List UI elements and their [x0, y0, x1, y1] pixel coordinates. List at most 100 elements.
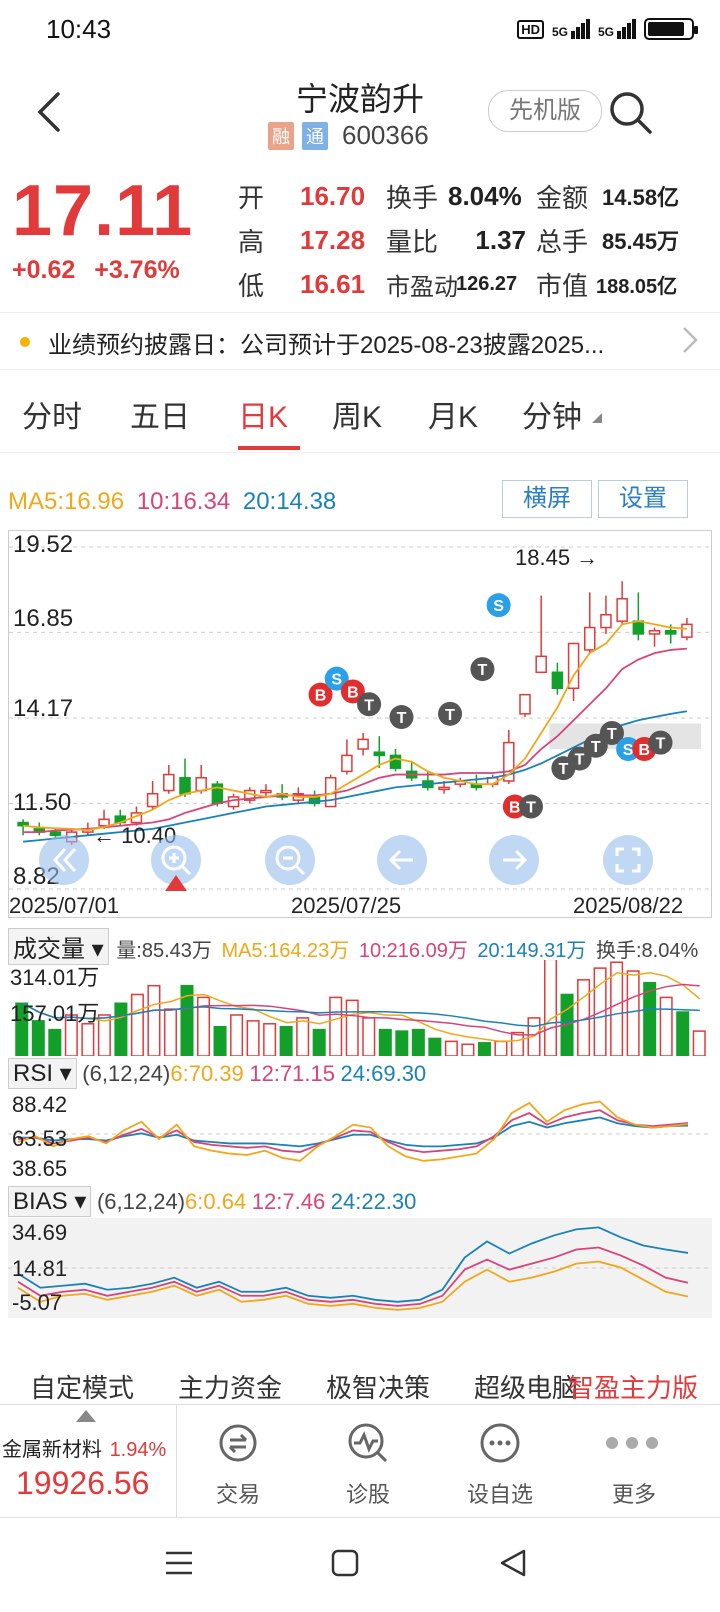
- volume-ma5: MA5:164.23万: [221, 940, 350, 962]
- nav-trade[interactable]: 交易: [178, 1405, 298, 1517]
- y-tick-label: 14.17: [13, 695, 74, 722]
- rsi-selector[interactable]: RSI ▾: [8, 1058, 77, 1089]
- bias24-value: 24:22.30: [330, 1189, 417, 1214]
- volume-bar: [676, 1011, 690, 1056]
- signal-letter: S: [493, 598, 504, 615]
- mode-zhiying[interactable]: 智盈主力版: [568, 1368, 698, 1405]
- nav-trade-label: 交易: [215, 1482, 260, 1507]
- stat-label: 低: [238, 270, 265, 301]
- volume-bar: [544, 960, 558, 1056]
- tab-minute[interactable]: 分钟: [522, 392, 582, 436]
- stat-value: 126.27: [456, 272, 518, 295]
- candle-body: [438, 786, 450, 791]
- back-nav-icon[interactable]: [498, 1548, 528, 1583]
- nav-more[interactable]: 更多: [574, 1405, 694, 1517]
- nav-add-watchlist[interactable]: 设自选: [440, 1405, 560, 1517]
- mode-custom[interactable]: 自定模式: [30, 1368, 134, 1405]
- current-price: 17.11: [12, 171, 194, 251]
- battery-icon: [644, 18, 698, 40]
- volume-bar: [461, 1043, 475, 1056]
- sector-index[interactable]: 金属新材料 1.94% 19926.56: [0, 1405, 177, 1517]
- stat-value: 16.70: [300, 180, 366, 211]
- stats-row-high: 高 17.28 量比 1.37 总手 85.45万: [238, 218, 708, 262]
- diagnose-icon: [348, 1423, 388, 1463]
- nav-diagnose[interactable]: 诊股: [308, 1405, 428, 1517]
- volume-tick-label: 157.01万: [10, 1001, 100, 1026]
- stat-label: 市盈动: [386, 273, 458, 301]
- menu-icon[interactable]: [164, 1548, 194, 1583]
- stat-label: 开: [238, 182, 265, 213]
- bias-chart[interactable]: 34.69 14.81 -5.07: [8, 1218, 712, 1318]
- signal-letter: B: [639, 742, 651, 759]
- candle-body: [260, 789, 272, 794]
- candle-body: [681, 623, 693, 638]
- stats-row-open: 开 16.70 换手 8.04% 金额 14.58亿: [238, 174, 708, 218]
- scroll-left-fast-icon[interactable]: [39, 835, 89, 885]
- stats-row-low: 低 16.61 市盈动 126.27 市值 188.05亿: [238, 262, 708, 306]
- high-annotation-value: 18.45: [515, 545, 571, 570]
- fullscreen-icon[interactable]: [603, 835, 653, 885]
- signal-letter: T: [397, 710, 407, 727]
- price-change: +0.62 +3.76%: [12, 256, 180, 285]
- bias-header: BIAS ▾ (6,12,24)6:0.64 12:7.46 24:22.30: [8, 1186, 416, 1217]
- search-icon[interactable]: [606, 88, 654, 136]
- signal-letter: B: [347, 684, 359, 701]
- volume-bar: [345, 999, 359, 1056]
- pilot-version-button[interactable]: 先机版: [488, 90, 602, 132]
- mode-smart-decision[interactable]: 极智决策: [326, 1368, 430, 1405]
- settings-button[interactable]: 设置: [598, 480, 688, 518]
- volume-chart[interactable]: 314.01万 157.01万: [8, 960, 712, 1056]
- rsi-chart[interactable]: 88.42 63.53 38.65: [8, 1090, 712, 1181]
- ma5-label: MA5:16.96: [8, 488, 125, 515]
- bias-tick-label: -5.07: [12, 1290, 63, 1315]
- candle-body: [664, 629, 677, 635]
- stat-label: 换手: [386, 182, 439, 213]
- volume-tick-label: 314.01万: [10, 965, 100, 990]
- scroll-right-icon[interactable]: [489, 835, 539, 885]
- mode-bar: 自定模式 主力资金 极智决策 超级电脑 智盈主力版: [0, 1368, 720, 1403]
- earnings-notice[interactable]: 业绩预约披露日：公司预计于2025-08-23披露2025...: [0, 312, 720, 370]
- status-icons: HD 5G 5G: [517, 18, 698, 40]
- volume-bar: [263, 1023, 277, 1056]
- period-tabs: 分时 五日 日K 周K 月K 分钟: [0, 376, 720, 453]
- bias-tick-label: 14.81: [12, 1256, 68, 1281]
- volume-bar: [395, 1030, 409, 1056]
- change-percent: +3.76%: [94, 256, 180, 284]
- landscape-button[interactable]: 横屏: [502, 480, 592, 518]
- candle-body: [551, 671, 564, 690]
- zoom-out-icon[interactable]: [265, 835, 315, 885]
- tab-intraday[interactable]: 分时: [22, 392, 82, 436]
- signal-letter: B: [315, 688, 327, 705]
- bias-params: (6,12,24): [96, 1189, 186, 1214]
- tab-weekly-k[interactable]: 周K: [332, 392, 382, 436]
- tab-monthly-k[interactable]: 月K: [428, 392, 478, 436]
- volume-bar: [626, 970, 640, 1056]
- signal-letter: T: [445, 707, 455, 724]
- volume-bar: [428, 1037, 442, 1056]
- mode-super-computer[interactable]: 超级电脑: [474, 1368, 578, 1405]
- home-icon[interactable]: [330, 1548, 360, 1583]
- stat-label: 高: [238, 226, 265, 257]
- rsi-header: RSI ▾ (6,12,24)6:70.39 12:71.15 24:69.30: [8, 1058, 426, 1089]
- y-tick-label: 16.85: [13, 605, 74, 632]
- scroll-left-icon[interactable]: [377, 835, 427, 885]
- x-date-label: 2025/07/25: [291, 893, 402, 918]
- system-nav-bar: [0, 1520, 720, 1612]
- kline-chart[interactable]: BSBTTTTSBTTTTTSBT 19.52 16.85 14.17 11.5…: [8, 530, 712, 918]
- volume-bar: [114, 1002, 128, 1056]
- bias-selector[interactable]: BIAS ▾: [8, 1186, 92, 1217]
- hd-icon: HD: [517, 19, 544, 39]
- bias-title: BIAS: [13, 1188, 68, 1215]
- bias12-value: 12:7.46: [251, 1189, 326, 1214]
- candle-body: [195, 777, 207, 792]
- volume-bar: [48, 1028, 62, 1056]
- bias6-value: 6:0.64: [185, 1189, 247, 1214]
- tab-daily-k[interactable]: 日K: [238, 392, 288, 436]
- chevron-right-icon: [680, 325, 700, 362]
- nav-add-watchlist-label: 设自选: [466, 1482, 533, 1507]
- volume-ma20: 20:149.31万: [477, 940, 587, 962]
- signal-letter: T: [558, 761, 568, 778]
- tab-five-day[interactable]: 五日: [130, 392, 190, 436]
- signal-letter: S: [623, 742, 634, 759]
- mode-main-funds[interactable]: 主力资金: [178, 1368, 282, 1405]
